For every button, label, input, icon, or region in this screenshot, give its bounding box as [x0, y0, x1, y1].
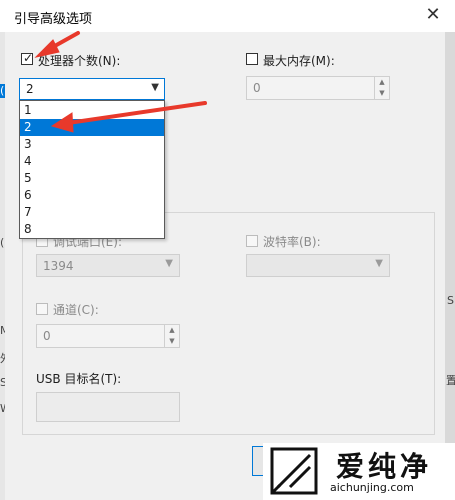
processor-count-value: 2: [26, 82, 34, 96]
spinner-buttons: ▲ ▼: [374, 77, 389, 99]
background-fragment: (': [0, 84, 5, 98]
chevron-down-icon[interactable]: ▼: [375, 88, 389, 99]
close-icon[interactable]: ✕: [424, 6, 442, 24]
dialog-titlebar: 引导高级选项 ✕: [0, 0, 455, 32]
watermark-url: aichunjing.com: [330, 481, 414, 494]
chevron-up-icon[interactable]: ▲: [165, 325, 179, 336]
background-fragment: M: [0, 324, 5, 337]
background-fragment: (: [0, 236, 5, 249]
dropdown-option[interactable]: 3: [20, 136, 164, 153]
chevron-down-icon[interactable]: ▼: [165, 336, 179, 347]
usb-target-input[interactable]: [36, 392, 180, 422]
background-fragment: S: [0, 376, 5, 389]
max-memory-label: 最大内存(M):: [263, 54, 335, 68]
baud-rate-select[interactable]: ▼: [246, 254, 390, 277]
dropdown-option[interactable]: 4: [20, 153, 164, 170]
channel-spinner[interactable]: 0 ▲ ▼: [36, 324, 180, 348]
spinner-buttons: ▲ ▼: [164, 325, 179, 347]
watermark-brand: 爱纯净: [336, 450, 433, 483]
chevron-down-icon[interactable]: ▼: [375, 258, 383, 269]
processor-count-dropdown-list[interactable]: 1 2 3 4 5 6 7 8: [19, 100, 165, 239]
dropdown-option[interactable]: 1: [20, 102, 164, 119]
channel-value: 0: [43, 329, 51, 343]
checkmark-icon: ✓: [23, 51, 34, 65]
dialog-title: 引导高级选项: [14, 12, 93, 27]
watermark-logo-icon: [270, 447, 318, 495]
background-fragment: 置: [446, 374, 455, 387]
usb-target-label: USB 目标名(T):: [36, 372, 122, 386]
processor-count-select[interactable]: 2 ▼: [19, 78, 165, 100]
dropdown-option[interactable]: 6: [20, 187, 164, 204]
chevron-down-icon[interactable]: ▼: [151, 82, 159, 93]
processor-count-checkbox[interactable]: ✓: [21, 51, 34, 65]
processor-count-label: 处理器个数(N):: [38, 54, 121, 68]
chevron-up-icon[interactable]: ▲: [375, 77, 389, 88]
channel-label: 通道(C):: [53, 303, 99, 317]
dropdown-option[interactable]: 8: [20, 221, 164, 238]
dropdown-option[interactable]: 7: [20, 204, 164, 221]
debug-port-value: 1394: [43, 259, 74, 273]
dropdown-option[interactable]: 5: [20, 170, 164, 187]
debug-port-select[interactable]: 1394 ▼: [36, 254, 180, 277]
max-memory-spinner[interactable]: 0 ▲ ▼: [246, 76, 390, 100]
background-fragment: S: [447, 294, 454, 307]
baud-rate-label: 波特率(B):: [263, 235, 321, 249]
background-window-edge: [0, 32, 5, 500]
background-fragment: W: [0, 402, 5, 415]
dropdown-option-selected[interactable]: 2: [20, 119, 164, 136]
channel-checkbox[interactable]: [36, 303, 48, 315]
background-fragment: 外: [0, 350, 5, 366]
max-memory-checkbox[interactable]: [246, 53, 258, 65]
chevron-down-icon[interactable]: ▼: [165, 258, 173, 269]
baud-rate-checkbox[interactable]: [246, 235, 258, 247]
background-window-edge-right: [445, 32, 455, 500]
max-memory-value: 0: [253, 81, 261, 95]
watermark: 爱纯净 aichunjing.com: [263, 443, 455, 500]
